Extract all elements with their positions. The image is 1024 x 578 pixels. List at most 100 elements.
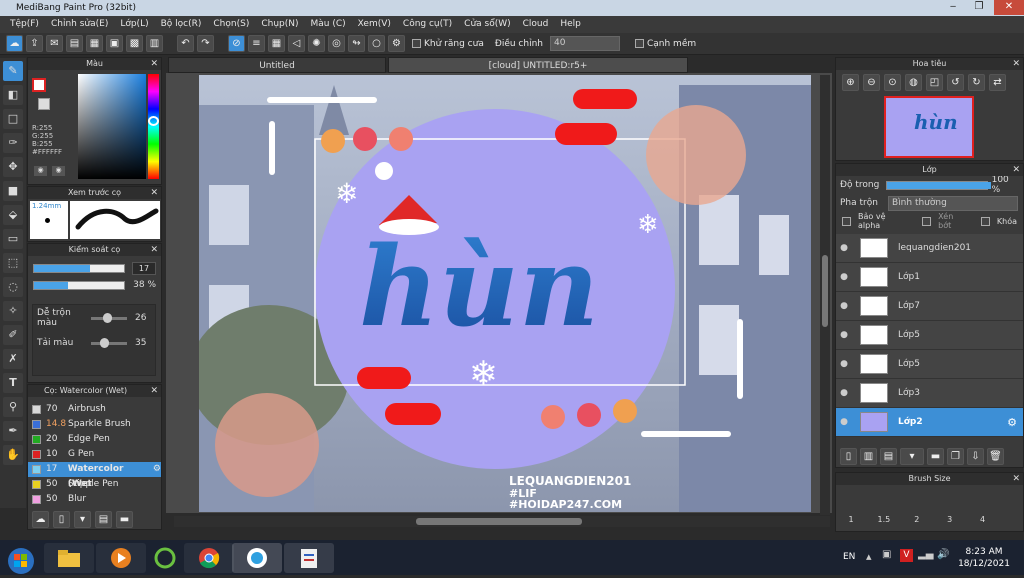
explorer-taskbar-button[interactable] xyxy=(44,543,94,573)
cloud-brush-icon[interactable]: ☁ xyxy=(32,511,49,528)
navigator-thumbnail[interactable]: hùn xyxy=(884,96,974,158)
snap-parallel-icon[interactable]: ≡ xyxy=(248,35,265,52)
comment-icon[interactable]: ✉ xyxy=(46,35,63,52)
brush-folder-icon[interactable]: ▬ xyxy=(116,511,133,528)
lasso-tool-icon[interactable]: ◌ xyxy=(3,277,23,297)
brush-size-value[interactable]: 17 xyxy=(132,261,156,275)
grid-page-icon[interactable]: ▣ xyxy=(106,35,123,52)
brush-size-option[interactable]: 2 xyxy=(902,515,932,524)
gear-icon[interactable]: ⚙ xyxy=(153,462,161,477)
layout-icon[interactable]: ▥ xyxy=(146,35,163,52)
protect-alpha-checkbox[interactable] xyxy=(842,216,851,226)
antialias-toggle[interactable]: Khử răng cưa xyxy=(408,38,488,49)
close-icon[interactable]: ✕ xyxy=(150,385,158,397)
hue-slider-handle[interactable] xyxy=(148,116,159,126)
brush-size-bar[interactable] xyxy=(33,263,125,273)
adjust-combo[interactable]: 40 xyxy=(549,36,620,51)
add-brush-icon[interactable]: ▾ xyxy=(74,511,91,528)
layer-row[interactable]: ● Lớp3 xyxy=(836,379,1023,408)
soft-edge-toggle[interactable]: Cạnh mềm xyxy=(631,38,700,49)
layer-row[interactable]: ● Lớp5 xyxy=(836,321,1023,350)
layer-row[interactable]: ● lequangdien201 xyxy=(836,234,1023,263)
select-tool-icon[interactable]: ⬚ xyxy=(3,253,23,273)
secondary-color-swatch[interactable] xyxy=(38,98,50,110)
brush-item-sparkle[interactable]: 14.8 Sparkle Brush xyxy=(28,417,161,432)
load-color-handle[interactable] xyxy=(99,337,109,348)
add-layer-dropdown-icon[interactable]: ▾ xyxy=(900,448,924,465)
brush-item-airbrush[interactable]: 70 Airbrush xyxy=(28,402,161,417)
close-icon[interactable]: ✕ xyxy=(1012,473,1020,485)
color-mode-icon[interactable]: ◉ xyxy=(52,166,65,176)
document-icon[interactable]: ▦ xyxy=(86,35,103,52)
horizontal-scrollbar[interactable] xyxy=(174,516,830,527)
minimize-button[interactable]: ‒ xyxy=(940,0,966,15)
blend-mode-select[interactable]: Bình thường xyxy=(888,195,1018,211)
menu-color[interactable]: Màu (C) xyxy=(305,16,352,33)
menu-edit[interactable]: Chỉnh sửa(E) xyxy=(45,16,114,33)
primary-color-swatch[interactable] xyxy=(32,78,46,92)
tray-app-icon[interactable]: ▣ xyxy=(882,549,891,560)
new-layer-icon[interactable]: ▯ xyxy=(840,448,857,465)
brush-size-option[interactable]: 4 xyxy=(968,515,998,524)
menu-help[interactable]: Help xyxy=(554,16,587,33)
duplicate-layer-icon[interactable]: ❐ xyxy=(947,448,964,465)
hue-slider[interactable] xyxy=(148,74,159,179)
close-icon[interactable]: ✕ xyxy=(150,187,158,199)
delete-layer-icon[interactable]: 🗑 xyxy=(987,448,1004,465)
snap-settings-icon[interactable]: ⚙ xyxy=(388,35,405,52)
soft-edge-checkbox[interactable] xyxy=(634,38,644,48)
brush-size-option[interactable]: 1 xyxy=(836,515,866,524)
menu-file[interactable]: Tệp(F) xyxy=(4,16,45,33)
artwork-canvas[interactable]: hùn ❄ ❄ ❄ LEQUANGDIEN201 #LIF #HOIDAP247… xyxy=(199,75,811,512)
color-picker-icon[interactable]: ◉ xyxy=(34,166,47,176)
tab-cloud-untitled[interactable]: [cloud] UNTITLED:r5+ xyxy=(388,57,688,73)
layer-opacity-bar[interactable] xyxy=(885,180,991,190)
rotate-right-icon[interactable]: ↻ xyxy=(968,74,985,91)
eye-icon[interactable]: ● xyxy=(836,330,852,340)
antialias-checkbox[interactable] xyxy=(412,38,421,48)
snap-curve-icon[interactable]: ↬ xyxy=(348,35,365,52)
pan-tool-icon[interactable]: ✋ xyxy=(3,445,23,465)
shape-tool-icon[interactable]: ■ xyxy=(3,181,23,201)
move-tool-icon[interactable]: ✥ xyxy=(3,157,23,177)
cloud-icon[interactable]: ☁ xyxy=(6,35,23,52)
merge-layer-icon[interactable]: ⇩ xyxy=(967,448,984,465)
close-icon[interactable]: ✕ xyxy=(150,58,158,70)
new-8bit-layer-icon[interactable]: ▤ xyxy=(880,448,897,465)
gradient-tool-icon[interactable]: ▭ xyxy=(3,229,23,249)
tray-v-icon[interactable]: V xyxy=(900,549,913,562)
zoom-fit-icon[interactable]: ⊙ xyxy=(884,74,901,91)
clock[interactable]: 8:23 AM 18/12/2021 xyxy=(958,546,1010,570)
brush-size-option[interactable]: 1.5 xyxy=(869,515,899,524)
fit-window-icon[interactable]: ◰ xyxy=(926,74,943,91)
fill-tool-icon[interactable]: ⬙ xyxy=(3,205,23,225)
layer-row[interactable]: ● Lớp7 xyxy=(836,292,1023,321)
share-icon[interactable]: ⇪ xyxy=(26,35,43,52)
menu-snap[interactable]: Chụp(N) xyxy=(255,16,304,33)
brush-item-g-pen[interactable]: 10 G Pen xyxy=(28,447,161,462)
snap-circle-icon[interactable]: ◎ xyxy=(328,35,345,52)
eye-icon[interactable]: ● xyxy=(836,359,852,369)
eye-icon[interactable]: ● xyxy=(836,243,852,253)
eye-icon[interactable]: ● xyxy=(836,388,852,398)
new-brush-icon[interactable]: ▯ xyxy=(53,511,70,528)
redo-icon[interactable]: ↷ xyxy=(197,35,214,52)
panel-icon[interactable]: ▩ xyxy=(126,35,143,52)
blend-amount-handle[interactable] xyxy=(103,312,113,323)
brush-item-stipple[interactable]: 50 Stipple Pen xyxy=(28,477,161,492)
close-icon[interactable]: ✕ xyxy=(1012,164,1020,176)
snap-radial-icon[interactable]: ✺ xyxy=(308,35,325,52)
menu-window[interactable]: Cửa sổ(W) xyxy=(458,16,516,33)
close-icon[interactable]: ✕ xyxy=(1012,58,1020,70)
vertical-scrollbar[interactable] xyxy=(820,75,830,515)
media-player-taskbar-button[interactable] xyxy=(96,543,146,573)
menu-cloud[interactable]: Cloud xyxy=(517,16,555,33)
dot-tool-icon[interactable]: □ xyxy=(3,109,23,129)
medibang-taskbar-button[interactable] xyxy=(232,543,282,573)
eye-icon[interactable]: ● xyxy=(836,417,852,427)
menu-layer[interactable]: Lớp(L) xyxy=(114,16,154,33)
select-pen-icon[interactable]: ✐ xyxy=(3,325,23,345)
clipping-checkbox[interactable] xyxy=(922,216,932,226)
zoom-in-icon[interactable]: ⊕ xyxy=(842,74,859,91)
layer-row[interactable]: ● Lớp1 xyxy=(836,263,1023,292)
